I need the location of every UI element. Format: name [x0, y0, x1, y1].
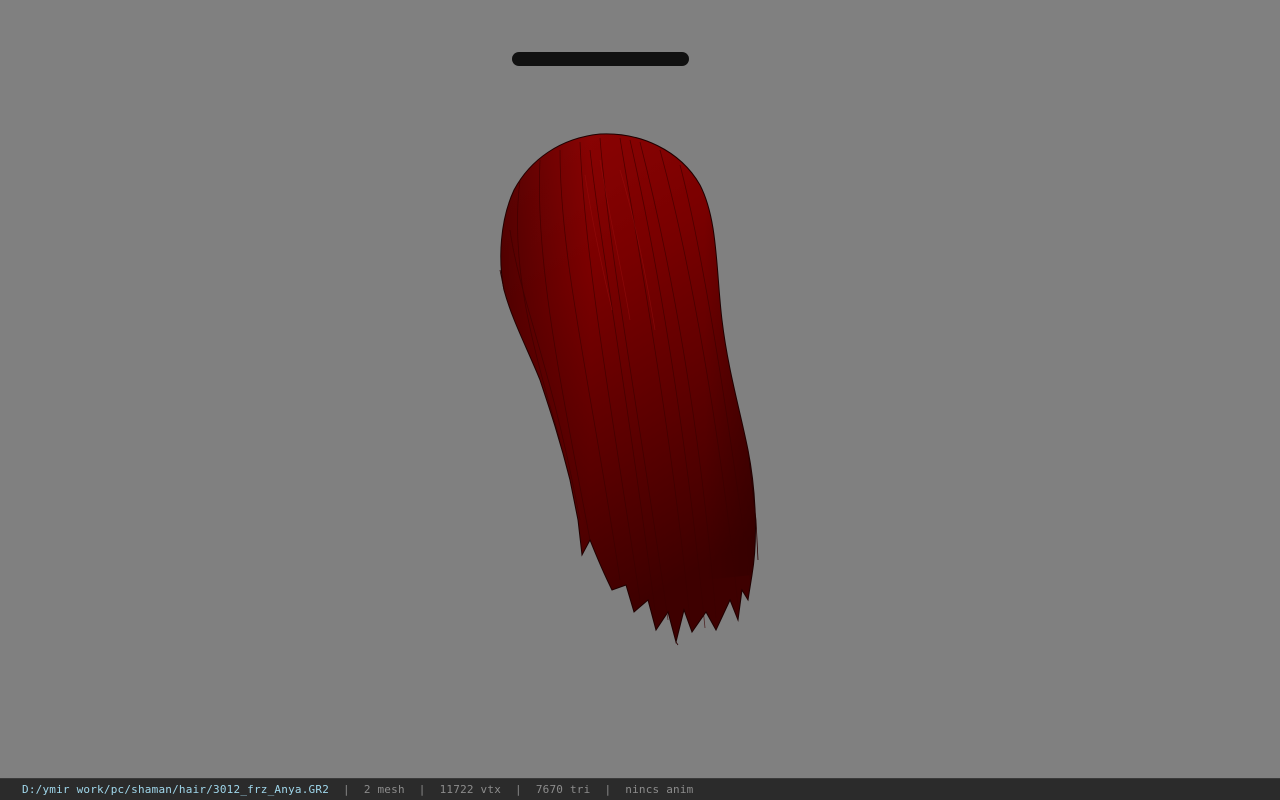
separator: | — [604, 783, 612, 796]
status-bar: D:/ymir work/pc/shaman/hair/3012_frz_Any… — [0, 778, 1280, 800]
triangle-count: 7670 tri — [535, 783, 591, 796]
vertex-count: 11722 vtx — [439, 783, 502, 796]
bone-bar — [512, 52, 689, 66]
file-path: D:/ymir work/pc/shaman/hair/3012_frz_Any… — [22, 783, 330, 796]
hair-mesh-icon[interactable] — [499, 133, 759, 646]
separator: | — [343, 783, 350, 796]
separator: | — [515, 783, 522, 796]
mesh-count: 2 mesh — [363, 783, 405, 796]
viewport-canvas — [499, 52, 759, 646]
model-viewport[interactable] — [0, 0, 1280, 778]
separator: | — [418, 783, 426, 796]
anim-status: nincs anim — [625, 783, 694, 796]
